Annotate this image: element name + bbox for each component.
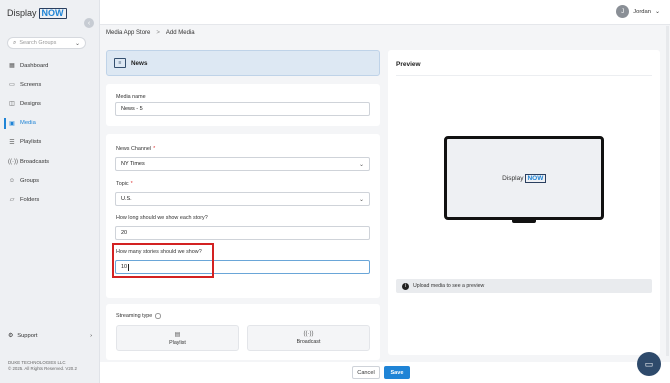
chevron-down-icon: ⌄: [358, 196, 364, 203]
story-duration-value: 20: [121, 230, 128, 236]
sidebar-item-label: Dashboard: [20, 62, 49, 69]
designs-icon: ◫: [9, 101, 15, 108]
chevron-down-icon: ⌄: [654, 9, 660, 15]
chat-button[interactable]: ▭: [637, 352, 661, 376]
breadcrumb-current: Add Media: [165, 30, 195, 36]
breadcrumb: Media App Store > Add Media: [106, 30, 195, 36]
collapse-sidebar-button[interactable]: ‹: [84, 18, 94, 28]
copyright: DUKE TECHNOLOGIES LLC © 2025. All Rights…: [8, 360, 77, 372]
dashboard-icon: ▦: [9, 63, 15, 70]
sidebar-item-label: Designs: [20, 100, 41, 107]
preview-monitor: Display NOW: [444, 136, 604, 220]
media-name-field[interactable]: News - 5: [115, 102, 370, 116]
sidebar-nav: ▦ Dashboard ▭ Screens ◫ Designs ▣ Media ☰ Pla…: [0, 56, 100, 210]
top-bar: J Jordan ⌄: [100, 0, 670, 25]
media-name-value: News - 5: [121, 106, 143, 112]
sidebar-item-playlists[interactable]: ☰ Playlists: [0, 133, 100, 152]
page-scrollbar[interactable]: [666, 26, 669, 356]
news-channel-value: NY Times: [121, 161, 145, 167]
screens-icon: ▭: [9, 82, 15, 89]
streaming-option-label: Broadcast: [296, 339, 321, 345]
media-type-title: News: [131, 59, 148, 67]
sidebar-item-label: Playlists: [20, 139, 42, 146]
media-name-label: Media name: [116, 94, 146, 100]
breadcrumb-separator: >: [156, 30, 160, 36]
copyright-notice: © 2025. All Rights Reserved. V20.2: [8, 366, 77, 371]
folders-icon: ▱: [9, 197, 15, 204]
sidebar: Display NOW ‹ ⌕ Search Groups ⌄ ▦ Dashboa…: [0, 0, 100, 383]
sidebar-item-label: Broadcasts: [20, 158, 49, 165]
chevron-down-icon: ⌄: [358, 161, 364, 168]
required-mark: *: [130, 181, 133, 187]
chevron-left-icon: ‹: [87, 19, 91, 27]
sidebar-item-media[interactable]: ▣ Media: [0, 114, 100, 133]
media-icon: ▣: [9, 120, 15, 127]
streaming-type-label-text: Streaming type: [116, 313, 153, 320]
news-channel-select[interactable]: NY Times ⌄: [115, 157, 370, 171]
monitor-stand: [512, 219, 536, 223]
sidebar-item-dashboard[interactable]: ▦ Dashboard: [0, 56, 100, 75]
streaming-option-playlist[interactable]: ▤ Playlist: [116, 325, 239, 351]
playlists-icon: ☰: [9, 139, 15, 146]
media-type-card: ≡ News: [106, 50, 380, 76]
gear-icon: ⚙: [8, 333, 14, 339]
logo-badge: NOW: [38, 7, 67, 19]
avatar: J: [616, 5, 630, 18]
logo-text: Display: [7, 8, 37, 18]
cancel-button[interactable]: Cancel: [352, 366, 380, 379]
story-duration-label: How long should we show each story?: [116, 215, 208, 221]
preview-screen-badge: NOW: [524, 173, 546, 183]
sidebar-item-groups[interactable]: ☺ Groups: [0, 171, 100, 190]
support-label: Support: [17, 333, 38, 339]
groups-icon: ☺: [8, 177, 16, 184]
sidebar-item-label: Screens: [20, 81, 42, 88]
chat-icon: ▭: [644, 358, 654, 369]
streaming-option-label: Playlist: [169, 339, 186, 346]
search-groups-placeholder: Search Groups: [19, 40, 57, 46]
upload-hint: Upload media to see a preview: [413, 283, 485, 289]
sidebar-item-folders[interactable]: ▱ Folders: [0, 190, 100, 209]
sidebar-item-broadcasts[interactable]: ((·)) Broadcasts: [0, 152, 100, 171]
info-icon[interactable]: [155, 313, 161, 319]
broadcast-icon: ((·)): [303, 331, 314, 337]
preview-title: Preview: [396, 61, 421, 68]
sidebar-item-label: Media: [20, 120, 36, 127]
required-mark: *: [153, 146, 156, 152]
news-icon: ≡: [114, 58, 126, 68]
sidebar-item-label: Folders: [20, 196, 40, 203]
topic-label: Topic *: [116, 181, 133, 187]
highlight-box: [112, 243, 214, 278]
preview-divider: [396, 75, 652, 76]
sidebar-item-designs[interactable]: ◫ Designs: [0, 94, 100, 113]
story-duration-field[interactable]: 20: [115, 226, 370, 240]
streaming-option-broadcast[interactable]: ((·)) Broadcast: [247, 325, 370, 351]
sidebar-item-screens[interactable]: ▭ Screens: [0, 75, 100, 94]
broadcasts-icon: ((·)): [8, 158, 18, 165]
news-channel-label: News Channel *: [116, 146, 155, 152]
topic-value: U.S.: [121, 196, 132, 202]
news-channel-label-text: News Channel: [116, 146, 152, 152]
info-icon: i: [402, 282, 409, 290]
sidebar-item-label: Groups: [20, 177, 40, 184]
preview-screen-text: Display: [502, 174, 524, 182]
app-logo[interactable]: Display NOW: [7, 7, 67, 19]
chevron-down-icon: ⌄: [74, 40, 80, 47]
support-link[interactable]: ⚙ Support ›: [8, 333, 92, 339]
user-menu[interactable]: J Jordan ⌄: [616, 5, 660, 18]
save-button[interactable]: Save: [384, 366, 410, 379]
search-groups-select[interactable]: ⌕ Search Groups ⌄: [7, 37, 86, 49]
search-icon: ⌕: [13, 39, 17, 46]
topic-select[interactable]: U.S. ⌄: [115, 192, 370, 206]
streaming-type-label: Streaming type: [116, 313, 161, 319]
chevron-right-icon: ›: [90, 333, 92, 339]
user-name: Jordan: [633, 8, 651, 15]
playlist-icon: ▤: [174, 331, 181, 338]
upload-hint-bar: i Upload media to see a preview: [396, 279, 652, 293]
topic-label-text: Topic: [116, 181, 129, 187]
breadcrumb-root[interactable]: Media App Store: [106, 30, 150, 36]
